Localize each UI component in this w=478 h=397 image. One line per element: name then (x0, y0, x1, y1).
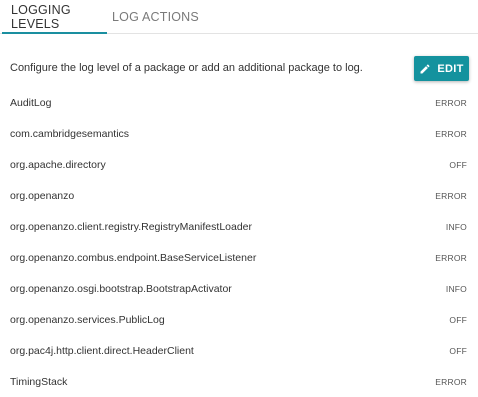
log-level-value: OFF (449, 314, 467, 325)
log-level-value: ERROR (435, 376, 467, 387)
package-name: org.openanzo.services.PublicLog (10, 313, 165, 326)
package-name: com.cambridgesemantics (10, 127, 130, 140)
package-name: AuditLog (10, 96, 52, 109)
tab-logging-levels-label: LOGGING LEVELS (11, 3, 71, 31)
log-level-value: INFO (445, 221, 467, 232)
log-level-row: org.pac4j.http.client.direct.HeaderClien… (0, 335, 478, 366)
edit-button[interactable]: EDIT (414, 56, 469, 81)
package-name: org.openanzo.osgi.bootstrap.BootstrapAct… (10, 282, 232, 295)
package-name: org.openanzo.combus.endpoint.BaseService… (10, 251, 257, 264)
package-name: org.openanzo.client.registry.RegistryMan… (10, 220, 253, 233)
log-level-value: ERROR (435, 190, 467, 201)
pencil-icon (420, 63, 430, 73)
tab-log-actions[interactable]: LOG ACTIONS (112, 0, 199, 34)
tab-logging-levels[interactable]: LOGGING LEVELS (0, 0, 107, 34)
package-name: org.apache.directory (10, 158, 106, 171)
log-level-value: INFO (445, 283, 467, 294)
log-level-row: org.openanzo.combus.endpoint.BaseService… (0, 242, 478, 273)
log-level-value: OFF (449, 159, 467, 170)
log-level-list: AuditLog ERROR com.cambridgesemantics ER… (0, 87, 478, 397)
log-level-value: ERROR (435, 97, 467, 108)
log-level-row: com.cambridgesemantics ERROR (0, 118, 478, 149)
log-level-row: TimingStack ERROR (0, 366, 478, 397)
package-name: TimingStack (10, 375, 68, 388)
log-level-value: OFF (449, 345, 467, 356)
log-level-value: ERROR (435, 252, 467, 263)
tab-bar: LOGGING LEVELS LOG ACTIONS (0, 0, 478, 34)
log-level-row: org.openanzo.osgi.bootstrap.BootstrapAct… (0, 273, 478, 304)
log-level-row: AuditLog ERROR (0, 87, 478, 118)
log-level-value: ERROR (435, 128, 467, 139)
log-level-row: org.openanzo.services.PublicLog OFF (0, 304, 478, 335)
log-level-row: org.openanzo ERROR (0, 180, 478, 211)
tab-log-actions-label: LOG ACTIONS (112, 10, 199, 24)
log-level-row: org.openanzo.client.registry.RegistryMan… (0, 211, 478, 242)
package-name: org.pac4j.http.client.direct.HeaderClien… (10, 344, 194, 357)
edit-button-label: EDIT (437, 62, 464, 75)
intro-text: Configure the log level of a package or … (10, 62, 363, 74)
log-level-row: org.apache.directory OFF (0, 149, 478, 180)
package-name: org.openanzo (10, 189, 75, 202)
active-tab-indicator (2, 32, 107, 34)
